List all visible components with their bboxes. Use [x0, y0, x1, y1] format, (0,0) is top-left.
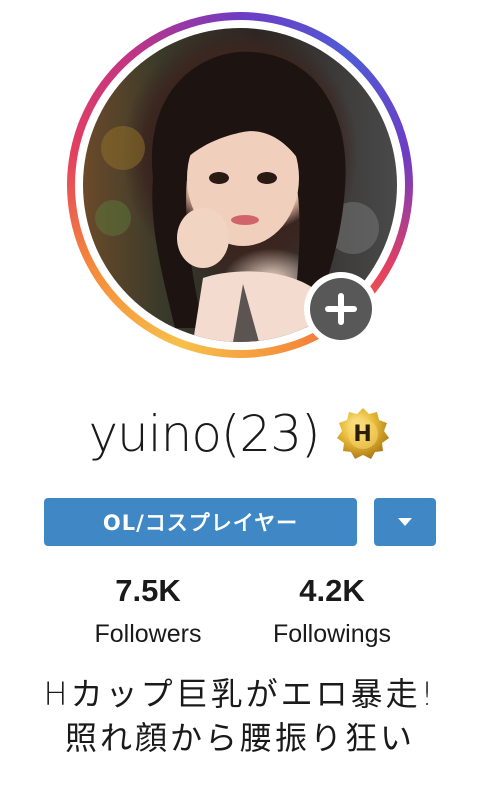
badge-letter: H [353, 421, 372, 447]
add-story-button[interactable] [304, 272, 378, 346]
profile-bio: Hカップ巨乳がエロ暴走! 照れ顔から腰振り狂い [0, 672, 480, 760]
bio-line-1: Hカップ巨乳がエロ暴走! [43, 675, 437, 713]
followers-label: Followers [94, 620, 202, 648]
followings-count: 4.2K [299, 573, 365, 608]
action-buttons: OL/コスプレイヤー [44, 498, 436, 546]
followers-stat[interactable]: 7.5K Followers [58, 570, 238, 654]
profile-screen: yuino(23) H OL/コスプレイヤー 7.5K Followers 4.… [0, 0, 480, 800]
followings-stat[interactable]: 4.2K Followings [242, 570, 422, 654]
followers-count: 7.5K [115, 573, 181, 608]
followings-label: Followings [272, 620, 392, 648]
username-row: yuino(23) H [0, 398, 480, 470]
caret-down-icon[interactable] [374, 498, 436, 546]
gold-seal-badge-icon: H [334, 405, 392, 463]
bio-line-2: 照れ顔から腰振り狂い [64, 719, 415, 757]
username: yuino(23) [88, 405, 320, 463]
plus-circle-icon [310, 278, 372, 340]
profile-avatar[interactable] [67, 12, 413, 358]
role-button[interactable]: OL/コスプレイヤー [44, 498, 357, 546]
